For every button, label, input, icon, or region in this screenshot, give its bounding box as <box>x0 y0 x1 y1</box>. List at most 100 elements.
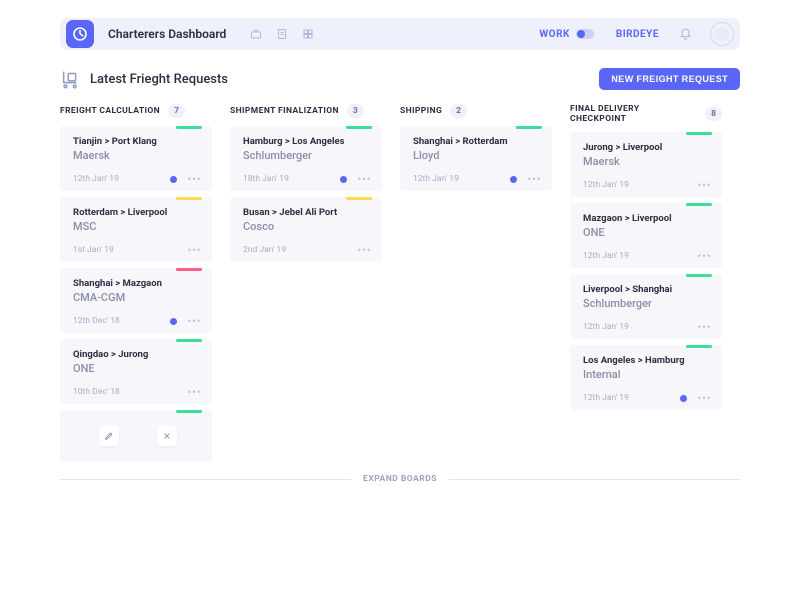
more-icon[interactable]: ⋯ <box>357 247 372 253</box>
card-footer: 12th Jan' 19 ⋯ <box>583 322 712 332</box>
card-date: 12th Jan' 19 <box>413 174 510 184</box>
column-count: 2 <box>450 104 467 118</box>
card-footer: 12th Jan' 19 ⋯ <box>413 174 542 184</box>
card-footer: 10th Dec' 18⋯ <box>73 387 202 397</box>
briefcase-icon[interactable] <box>250 28 262 40</box>
more-icon[interactable]: ⋯ <box>187 176 202 182</box>
document-icon[interactable] <box>276 28 288 40</box>
card-date: 12th Jan' 19 <box>583 322 687 332</box>
freight-card[interactable]: Jurong > LiverpoolMaersk12th Jan' 19⋯ <box>570 132 722 197</box>
more-icon[interactable]: ⋯ <box>697 253 712 259</box>
more-icon[interactable]: ⋯ <box>187 389 202 395</box>
card-company: Maersk <box>583 155 712 168</box>
more-icon[interactable]: ⋯ <box>187 247 202 253</box>
top-icon-group <box>250 28 314 40</box>
column-header: FREIGHT CALCULATION7 <box>60 104 212 118</box>
grid-icon[interactable] <box>302 28 314 40</box>
card-accent <box>176 126 202 129</box>
more-icon[interactable]: ⋯ <box>697 324 712 330</box>
status-dot-icon <box>170 176 177 183</box>
column-title: FREIGHT CALCULATION <box>60 106 160 116</box>
card-route: Liverpool > Shanghai <box>583 284 712 295</box>
work-label: WORK <box>539 29 569 40</box>
close-button[interactable] <box>157 426 177 446</box>
column-header: SHIPMENT FINALIZATION3 <box>230 104 382 118</box>
trolley-icon <box>60 68 82 90</box>
column-count: 3 <box>347 104 364 118</box>
card-accent <box>346 197 372 200</box>
status-dot-icon <box>170 318 177 325</box>
card-route: Qingdao > Jurong <box>73 349 202 360</box>
brand-label: BIRDEYE <box>616 29 659 40</box>
more-icon[interactable]: ⋯ <box>697 182 712 188</box>
status-dot-icon <box>510 176 517 183</box>
card-route: Rotterdam > Liverpool <box>73 207 202 218</box>
card-route: Tianjin > Port Klang <box>73 136 202 147</box>
card-company: Maersk <box>73 149 202 162</box>
more-icon[interactable]: ⋯ <box>527 176 542 182</box>
card-date: 2nd Jan' 19 <box>243 245 347 255</box>
work-toggle[interactable]: WORK <box>539 29 593 40</box>
board: FREIGHT CALCULATION7 Tianjin > Port Klang… <box>60 104 740 468</box>
column-title: SHIPPING <box>400 106 442 116</box>
board-column: SHIPPING 2 Shanghai > Rotterdam Lloyd 12th J… <box>400 104 552 197</box>
column-header: FINAL DELIVERY CHECKPOINT 8 <box>570 104 722 124</box>
more-icon[interactable]: ⋯ <box>697 395 712 401</box>
status-dot-icon <box>340 176 347 183</box>
card-accent <box>686 345 712 348</box>
board-column: SHIPMENT FINALIZATION3 Hamburg > Los Ange… <box>230 104 382 268</box>
card-date: 12th Jan' 19 <box>583 251 687 261</box>
card-date: 1st Jan' 19 <box>73 245 177 255</box>
card-accent <box>686 132 712 135</box>
expand-boards[interactable]: EXPAND BOARDS <box>60 474 740 484</box>
card-company: Cosco <box>243 220 372 233</box>
freight-card[interactable]: Mazgaon > LiverpoolONE12th Jan' 19⋯ <box>570 203 722 268</box>
edit-button[interactable] <box>99 426 119 446</box>
card-footer: 12th Jan' 19⋯ <box>73 174 202 184</box>
freight-card[interactable]: Liverpool > ShanghaiSchlumberger12th Jan… <box>570 274 722 339</box>
freight-card[interactable]: Hamburg > Los AngelesSchlumberger18th Ja… <box>230 126 382 191</box>
card-footer: 12th Dec' 18 ⋯ <box>73 316 202 326</box>
freight-card[interactable]: Shanghai > Rotterdam Lloyd 12th Jan' 19 ⋯ <box>400 126 552 191</box>
card-footer: 12th Jan' 19⋯ <box>583 393 712 403</box>
board-column: FINAL DELIVERY CHECKPOINT8Jurong > Liver… <box>570 104 722 416</box>
card-company: Lloyd <box>413 149 542 162</box>
card-company: ONE <box>73 362 202 375</box>
freight-card[interactable]: Busan > Jebel Ali PortCosco2nd Jan' 19⋯ <box>230 197 382 262</box>
card-date: 12th Jan' 19 <box>583 180 687 190</box>
column-title: FINAL DELIVERY CHECKPOINT <box>570 104 697 124</box>
divider <box>449 479 740 480</box>
card-route: Shanghai > Rotterdam <box>413 136 542 147</box>
avatar-inner <box>715 27 729 41</box>
card-accent <box>686 274 712 277</box>
freight-card[interactable]: Shanghai > Mazgaon CMA-CGM 12th Dec' 18 ⋯ <box>60 268 212 333</box>
card-route: Hamburg > Los Angeles <box>243 136 372 147</box>
column-count: 8 <box>705 107 722 121</box>
card-route: Los Angeles > Hamburg <box>583 355 712 366</box>
card-footer: 1st Jan' 19 ⋯ <box>73 245 202 255</box>
card-footer: 2nd Jan' 19 ⋯ <box>243 245 372 255</box>
new-freight-button[interactable]: NEW FREIGHT REQUEST <box>599 68 740 90</box>
freight-card[interactable]: Los Angeles > Hamburg Internal 12th Jan' 1… <box>570 345 722 410</box>
freight-card[interactable]: Qingdao > Jurong ONE 10th Dec' 18⋯ <box>60 339 212 404</box>
bell-icon[interactable] <box>679 28 692 41</box>
avatar[interactable] <box>710 22 734 46</box>
card-route: Shanghai > Mazgaon <box>73 278 202 289</box>
card-accent <box>176 339 202 342</box>
card-date: 12th Dec' 18 <box>73 316 170 326</box>
divider <box>60 479 351 480</box>
section-header: Latest Frieght Requests NEW FREIGHT REQU… <box>60 68 740 90</box>
more-icon[interactable]: ⋯ <box>187 318 202 324</box>
board-column: FREIGHT CALCULATION7 Tianjin > Port Klang… <box>60 104 212 468</box>
freight-card[interactable]: Tianjin > Port Klang Maersk 12th Jan' 19⋯ <box>60 126 212 191</box>
card-footer: 12th Jan' 19 ⋯ <box>583 180 712 190</box>
card-footer: 12th Jan' 19 ⋯ <box>583 251 712 261</box>
more-icon[interactable]: ⋯ <box>357 176 372 182</box>
card-company: Schlumberger <box>243 149 372 162</box>
card-company: Internal <box>583 368 712 381</box>
card-accent <box>516 126 542 129</box>
card-accent <box>176 268 202 271</box>
freight-card[interactable]: Rotterdam > LiverpoolMSC1st Jan' 19⋯ <box>60 197 212 262</box>
toggle-switch[interactable] <box>576 29 594 39</box>
card-company: CMA-CGM <box>73 291 202 304</box>
